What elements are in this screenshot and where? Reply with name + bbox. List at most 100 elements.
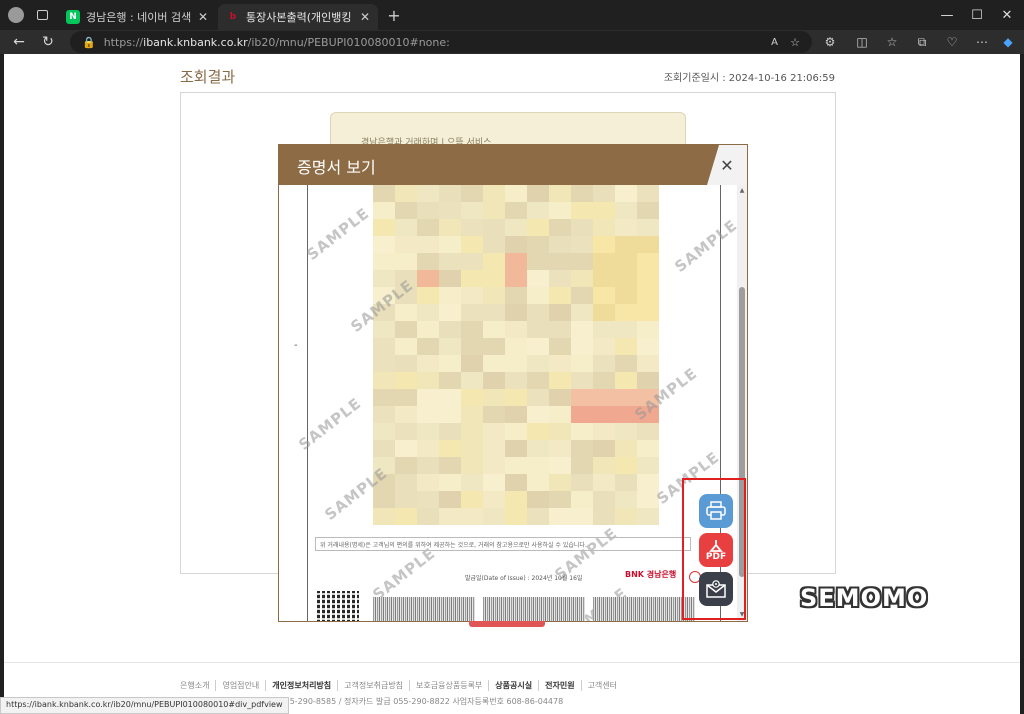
mosaic-cell <box>637 423 659 440</box>
mosaic-cell <box>637 321 659 338</box>
mosaic-cell <box>615 236 637 253</box>
tab-account-copy[interactable]: b 통장사본출력(개인뱅킹 | My Bank ✕ <box>218 4 378 30</box>
mosaic-cell <box>417 185 439 202</box>
refresh-icon[interactable]: ↻ <box>37 32 59 52</box>
copilot-icon[interactable]: ◆ <box>998 33 1018 51</box>
browser-essentials-icon[interactable]: ♡ <box>942 33 962 51</box>
footer-link[interactable]: 전자민원 <box>538 680 580 691</box>
footer-links: 은행소개 영업점안내 개인정보처리방침 고객정보취급방침 보호금융상품등록부 상품공시실 전… <box>180 680 623 691</box>
footer-link[interactable]: 고객정보취급방침 <box>337 680 409 691</box>
modal-header: 증명서 보기 ✕ <box>279 145 747 185</box>
footer-link[interactable]: 보호금융상품등록부 <box>409 680 488 691</box>
tab-actions-icon[interactable] <box>32 0 52 30</box>
close-icon[interactable]: ✕ <box>715 153 739 177</box>
footer-link[interactable]: 영업점안내 <box>215 680 265 691</box>
read-aloud-icon[interactable]: A <box>771 37 778 48</box>
mosaic-cell <box>417 219 439 236</box>
url-path: /ib20/mnu/PEBUPI010080010#none: <box>247 35 450 49</box>
mosaic-cell <box>615 491 637 508</box>
mosaic-cell <box>615 304 637 321</box>
mosaic-cell <box>505 304 527 321</box>
more-menu-icon[interactable]: ⋯ <box>972 33 992 51</box>
tab-close-icon[interactable]: ✕ <box>198 10 208 24</box>
mosaic-cell <box>417 304 439 321</box>
mosaic-cell <box>637 219 659 236</box>
mosaic-cell <box>483 321 505 338</box>
mosaic-cell <box>505 321 527 338</box>
mosaic-cell <box>549 491 571 508</box>
mosaic-cell <box>461 406 483 423</box>
mosaic-cell <box>593 440 615 457</box>
printer-icon <box>706 501 726 520</box>
mosaic-cell <box>527 270 549 287</box>
mosaic-cell <box>439 457 461 474</box>
mosaic-cell <box>527 304 549 321</box>
mosaic-cell <box>505 389 527 406</box>
footer-link[interactable]: 고객센터 <box>580 680 623 691</box>
mosaic-cell <box>549 236 571 253</box>
acrobat-icon <box>709 539 723 552</box>
mosaic-cell <box>549 355 571 372</box>
footer-link[interactable]: 상품공시실 <box>488 680 538 691</box>
semomo-watermark: SEMOMO <box>800 584 929 612</box>
qr-code-pattern <box>317 591 359 621</box>
email-send-button[interactable] <box>699 572 733 606</box>
mosaic-cell <box>549 457 571 474</box>
mosaic-cell <box>417 389 439 406</box>
mosaic-cell <box>637 474 659 491</box>
mail-icon <box>706 580 726 598</box>
mosaic-cell <box>461 236 483 253</box>
mosaic-cell <box>483 287 505 304</box>
mosaic-cell <box>505 474 527 491</box>
new-tab-button[interactable]: + <box>384 0 404 30</box>
mosaic-cell <box>549 474 571 491</box>
mosaic-cell <box>417 202 439 219</box>
tab-naver-search[interactable]: N 경남은행 : 네이버 검색 ✕ <box>58 4 216 30</box>
mosaic-cell <box>637 355 659 372</box>
mosaic-cell <box>417 406 439 423</box>
browser-tab-bar: N 경남은행 : 네이버 검색 ✕ b 통장사본출력(개인뱅킹 | My Ban… <box>0 0 1024 30</box>
mosaic-cell <box>395 338 417 355</box>
mosaic-cell <box>637 372 659 389</box>
mosaic-cell <box>483 202 505 219</box>
favorite-star-icon[interactable]: ☆ <box>790 36 800 49</box>
back-icon[interactable]: ← <box>8 32 30 52</box>
mosaic-cell <box>615 372 637 389</box>
mosaic-cell <box>549 287 571 304</box>
collections-icon[interactable]: ⧉ <box>912 33 932 51</box>
print-button[interactable] <box>699 494 733 528</box>
mosaic-cell <box>593 270 615 287</box>
mosaic-cell <box>571 372 593 389</box>
mosaic-cell <box>505 491 527 508</box>
mosaic-cell <box>593 389 615 406</box>
result-title: 조회결과 <box>180 68 236 86</box>
extensions-icon[interactable]: ⚙ <box>820 33 840 51</box>
mosaic-cell <box>439 491 461 508</box>
mosaic-cell <box>593 236 615 253</box>
favorites-icon[interactable]: ☆ <box>882 33 902 51</box>
footer-link[interactable]: 은행소개 <box>180 680 215 691</box>
footer-link[interactable]: 개인정보처리방침 <box>265 680 337 691</box>
mosaic-cell <box>615 321 637 338</box>
mosaic-cell <box>483 508 505 525</box>
pdf-download-button[interactable]: PDF <box>699 533 733 567</box>
mosaic-cell <box>483 389 505 406</box>
mosaic-cell <box>505 508 527 525</box>
modal-bottom-tab[interactable] <box>469 621 545 627</box>
split-screen-icon[interactable]: ◫ <box>852 33 872 51</box>
address-bar[interactable]: 🔒 https:// ibank.knbank.co.kr /ib20/mnu/… <box>70 31 812 53</box>
mosaic-cell <box>439 287 461 304</box>
tab-close-icon[interactable]: ✕ <box>360 10 370 24</box>
mosaic-cell <box>571 185 593 202</box>
mosaic-cell <box>527 253 549 270</box>
profile-avatar[interactable] <box>6 0 26 30</box>
mosaic-cell <box>505 270 527 287</box>
mosaic-cell <box>395 304 417 321</box>
mosaic-cell <box>373 338 395 355</box>
mosaic-cell <box>483 304 505 321</box>
close-window-button[interactable]: ✕ <box>984 0 1024 30</box>
mosaic-cell <box>549 185 571 202</box>
redacted-document-content <box>373 185 659 525</box>
mosaic-cell <box>549 423 571 440</box>
scroll-up-icon[interactable]: ▲ <box>738 187 746 195</box>
